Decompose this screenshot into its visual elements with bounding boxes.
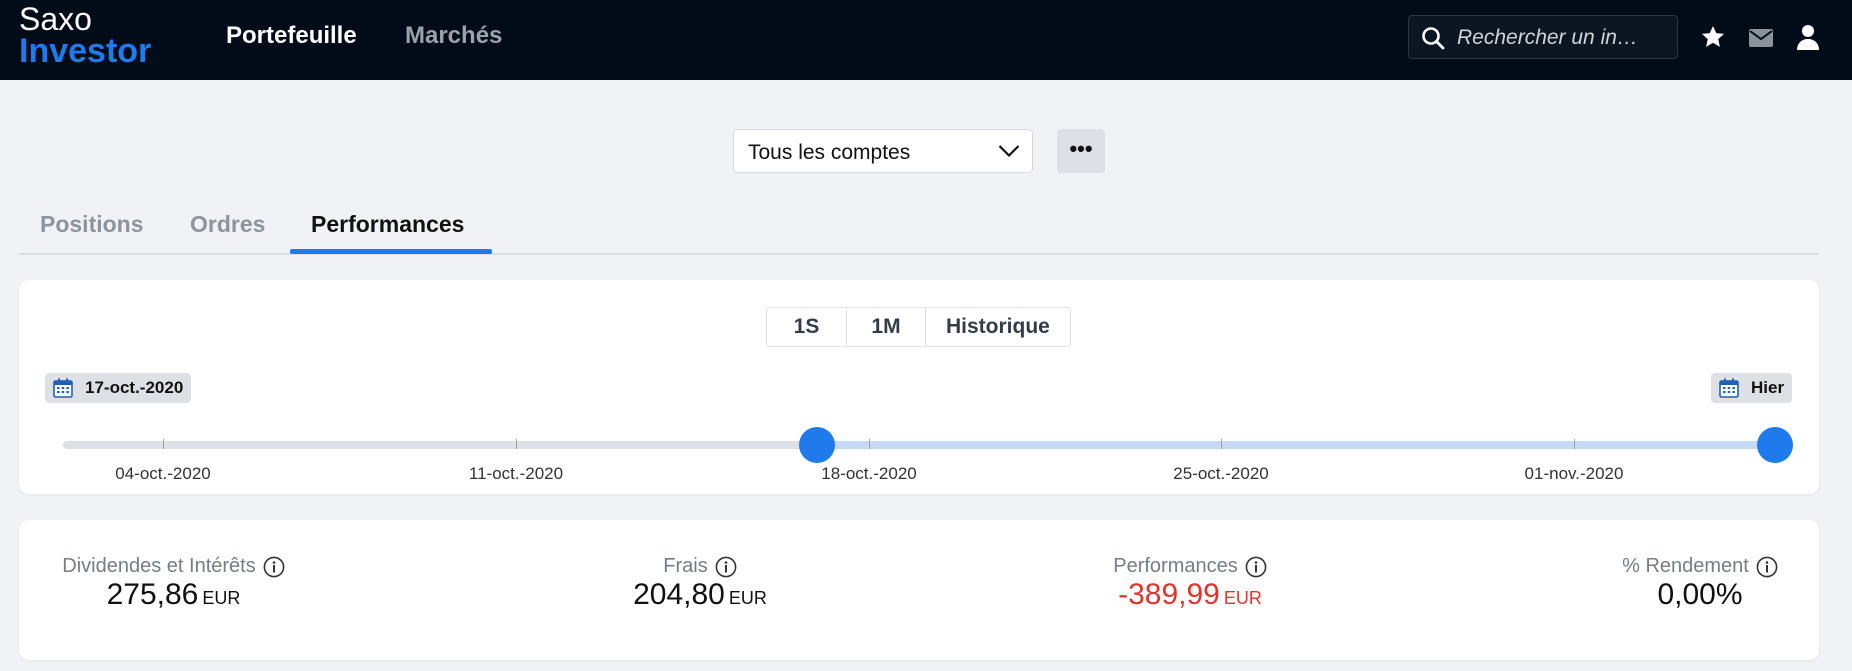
range-end-handle[interactable] bbox=[1757, 427, 1793, 463]
slider-tick bbox=[869, 439, 870, 449]
start-date-picker[interactable]: 17-oct.-2020 bbox=[45, 373, 192, 403]
metric-dividends: Dividendes et Intérêts 275,86 EUR bbox=[56, 555, 291, 612]
metric-label-row: Dividendes et Intérêts bbox=[62, 555, 285, 578]
metric-value-row: 275,86 EUR bbox=[56, 578, 291, 612]
metric-label: Performances bbox=[1113, 555, 1238, 577]
period-history-button[interactable]: Historique bbox=[926, 308, 1070, 346]
account-select[interactable]: Tous les comptes bbox=[733, 129, 1033, 173]
slider-tick bbox=[516, 439, 517, 449]
tab-bar: Positions Ordres Performances bbox=[19, 205, 1819, 255]
metric-label-row: Performances bbox=[1113, 555, 1267, 578]
slider-tick-label: 04-oct.-2020 bbox=[115, 464, 211, 483]
metric-performances: Performances -389,99 EUR bbox=[1100, 555, 1280, 612]
metric-value-row: 204,80 EUR bbox=[600, 578, 800, 612]
star-icon[interactable] bbox=[1700, 24, 1726, 50]
slider-tick bbox=[1574, 439, 1575, 449]
active-tab-indicator bbox=[290, 249, 492, 254]
slider-tick-label: 01-nov.-2020 bbox=[1524, 464, 1624, 483]
tab-performances[interactable]: Performances bbox=[311, 211, 464, 238]
tab-orders[interactable]: Ordres bbox=[190, 211, 265, 238]
metric-label: % Rendement bbox=[1622, 555, 1749, 577]
more-options-button[interactable]: ••• bbox=[1057, 129, 1105, 173]
period-selector: 1S 1M Historique bbox=[766, 307, 1071, 347]
metric-value-row: 0,00% bbox=[1600, 578, 1800, 612]
search-input[interactable] bbox=[1455, 23, 1669, 53]
end-date-picker[interactable]: Hier bbox=[1711, 373, 1793, 403]
tab-positions[interactable]: Positions bbox=[40, 211, 144, 238]
start-date-label: 17-oct.-2020 bbox=[85, 378, 184, 397]
period-1m-button[interactable]: 1M bbox=[847, 308, 926, 346]
slider-tick-label: 25-oct.-2020 bbox=[1173, 464, 1269, 483]
account-select-value: Tous les comptes bbox=[748, 141, 911, 164]
metric-value: 0,00% bbox=[1657, 578, 1743, 611]
top-navbar: Saxo Investor Portefeuille Marchés bbox=[0, 0, 1852, 80]
metric-label: Frais bbox=[663, 555, 708, 577]
metric-value: -389,99 bbox=[1118, 578, 1220, 611]
metric-value: 275,86 bbox=[106, 578, 199, 611]
range-slider-selected bbox=[817, 441, 1775, 449]
end-date-label: Hier bbox=[1751, 378, 1785, 397]
mail-icon[interactable] bbox=[1748, 28, 1774, 48]
metric-yield: % Rendement 0,00% bbox=[1600, 555, 1800, 612]
info-icon[interactable] bbox=[1756, 556, 1778, 578]
metric-value: 204,80 bbox=[633, 578, 725, 611]
nav-portfolio[interactable]: Portefeuille bbox=[226, 22, 357, 50]
nav-markets[interactable]: Marchés bbox=[405, 22, 502, 50]
info-icon[interactable] bbox=[263, 556, 285, 578]
slider-tick-label: 11-oct.-2020 bbox=[468, 464, 564, 483]
calendar-icon bbox=[1719, 378, 1739, 398]
ellipsis-icon: ••• bbox=[1069, 136, 1093, 161]
chevron-down-icon bbox=[998, 145, 1020, 158]
search-icon bbox=[1422, 27, 1445, 50]
metric-fees: Frais 204,80 EUR bbox=[600, 555, 800, 612]
metric-value-row: -389,99 EUR bbox=[1100, 578, 1280, 612]
info-icon[interactable] bbox=[1245, 556, 1267, 578]
range-start-handle[interactable] bbox=[799, 427, 835, 463]
slider-tick-label: 18-oct.-2020 bbox=[821, 464, 917, 483]
period-1s-button[interactable]: 1S bbox=[767, 308, 847, 346]
calendar-icon bbox=[53, 378, 73, 398]
slider-tick bbox=[1221, 439, 1222, 449]
user-icon[interactable] bbox=[1796, 24, 1820, 50]
metric-unit: EUR bbox=[1223, 588, 1262, 608]
metric-unit: EUR bbox=[202, 588, 241, 608]
saxo-investor-logo[interactable]: Saxo Investor bbox=[19, 3, 151, 68]
logo-line1: Saxo bbox=[19, 1, 92, 37]
search-box[interactable] bbox=[1408, 15, 1678, 59]
metric-label-row: Frais bbox=[663, 555, 737, 578]
metric-label: Dividendes et Intérêts bbox=[62, 555, 256, 577]
logo-line2: Investor bbox=[19, 32, 152, 70]
metric-unit: EUR bbox=[728, 588, 767, 608]
metric-label-row: % Rendement bbox=[1622, 555, 1778, 578]
slider-tick bbox=[163, 439, 164, 449]
info-icon[interactable] bbox=[715, 556, 737, 578]
